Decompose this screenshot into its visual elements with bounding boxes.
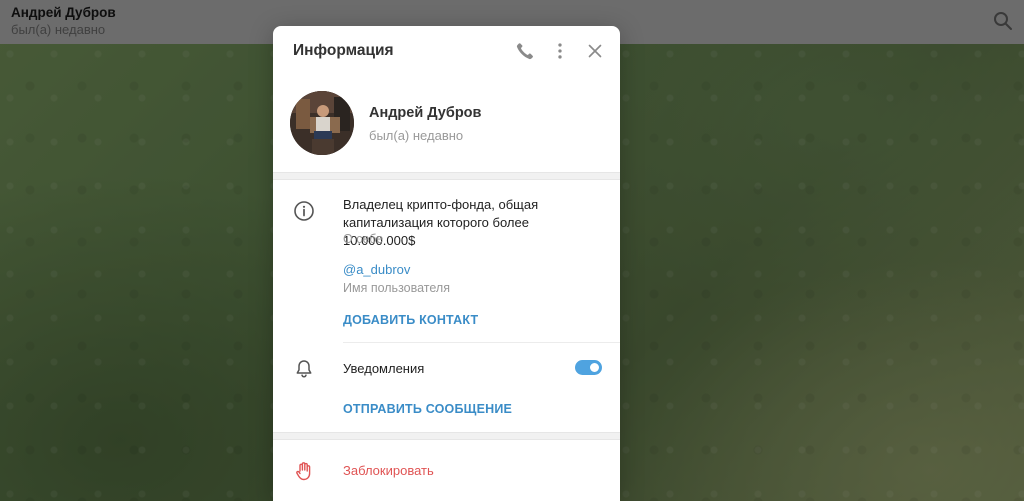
profile-name: Андрей Дубров (369, 105, 482, 121)
divider (343, 342, 620, 343)
user-info-dialog: Информация Андрей Дубров был(а) недавно … (273, 26, 620, 501)
username-link[interactable]: @a_dubrov (343, 262, 410, 277)
bio-label: О себе (343, 232, 384, 246)
notifications-toggle[interactable] (575, 360, 602, 375)
bell-icon (293, 358, 315, 380)
notifications-label: Уведомления (343, 361, 425, 376)
avatar[interactable] (290, 91, 354, 155)
dialog-header: Информация (273, 26, 620, 76)
add-contact-button[interactable]: ДОБАВИТЬ КОНТАКТ (343, 313, 478, 327)
close-icon[interactable] (584, 40, 606, 62)
section-separator (273, 432, 620, 440)
send-message-button[interactable]: ОТПРАВИТЬ СООБЩЕНИЕ (343, 402, 512, 416)
more-vertical-icon[interactable] (549, 40, 571, 62)
phone-icon[interactable] (514, 40, 536, 62)
block-user-button[interactable]: Заблокировать (343, 463, 434, 478)
toggle-knob (588, 361, 601, 374)
dialog-title: Информация (293, 42, 394, 59)
profile-section: Андрей Дубров был(а) недавно (273, 76, 620, 172)
info-icon (293, 200, 315, 222)
hand-stop-icon (293, 460, 315, 482)
profile-status: был(а) недавно (369, 128, 464, 143)
section-separator (273, 172, 620, 180)
username-label: Имя пользователя (343, 281, 450, 295)
